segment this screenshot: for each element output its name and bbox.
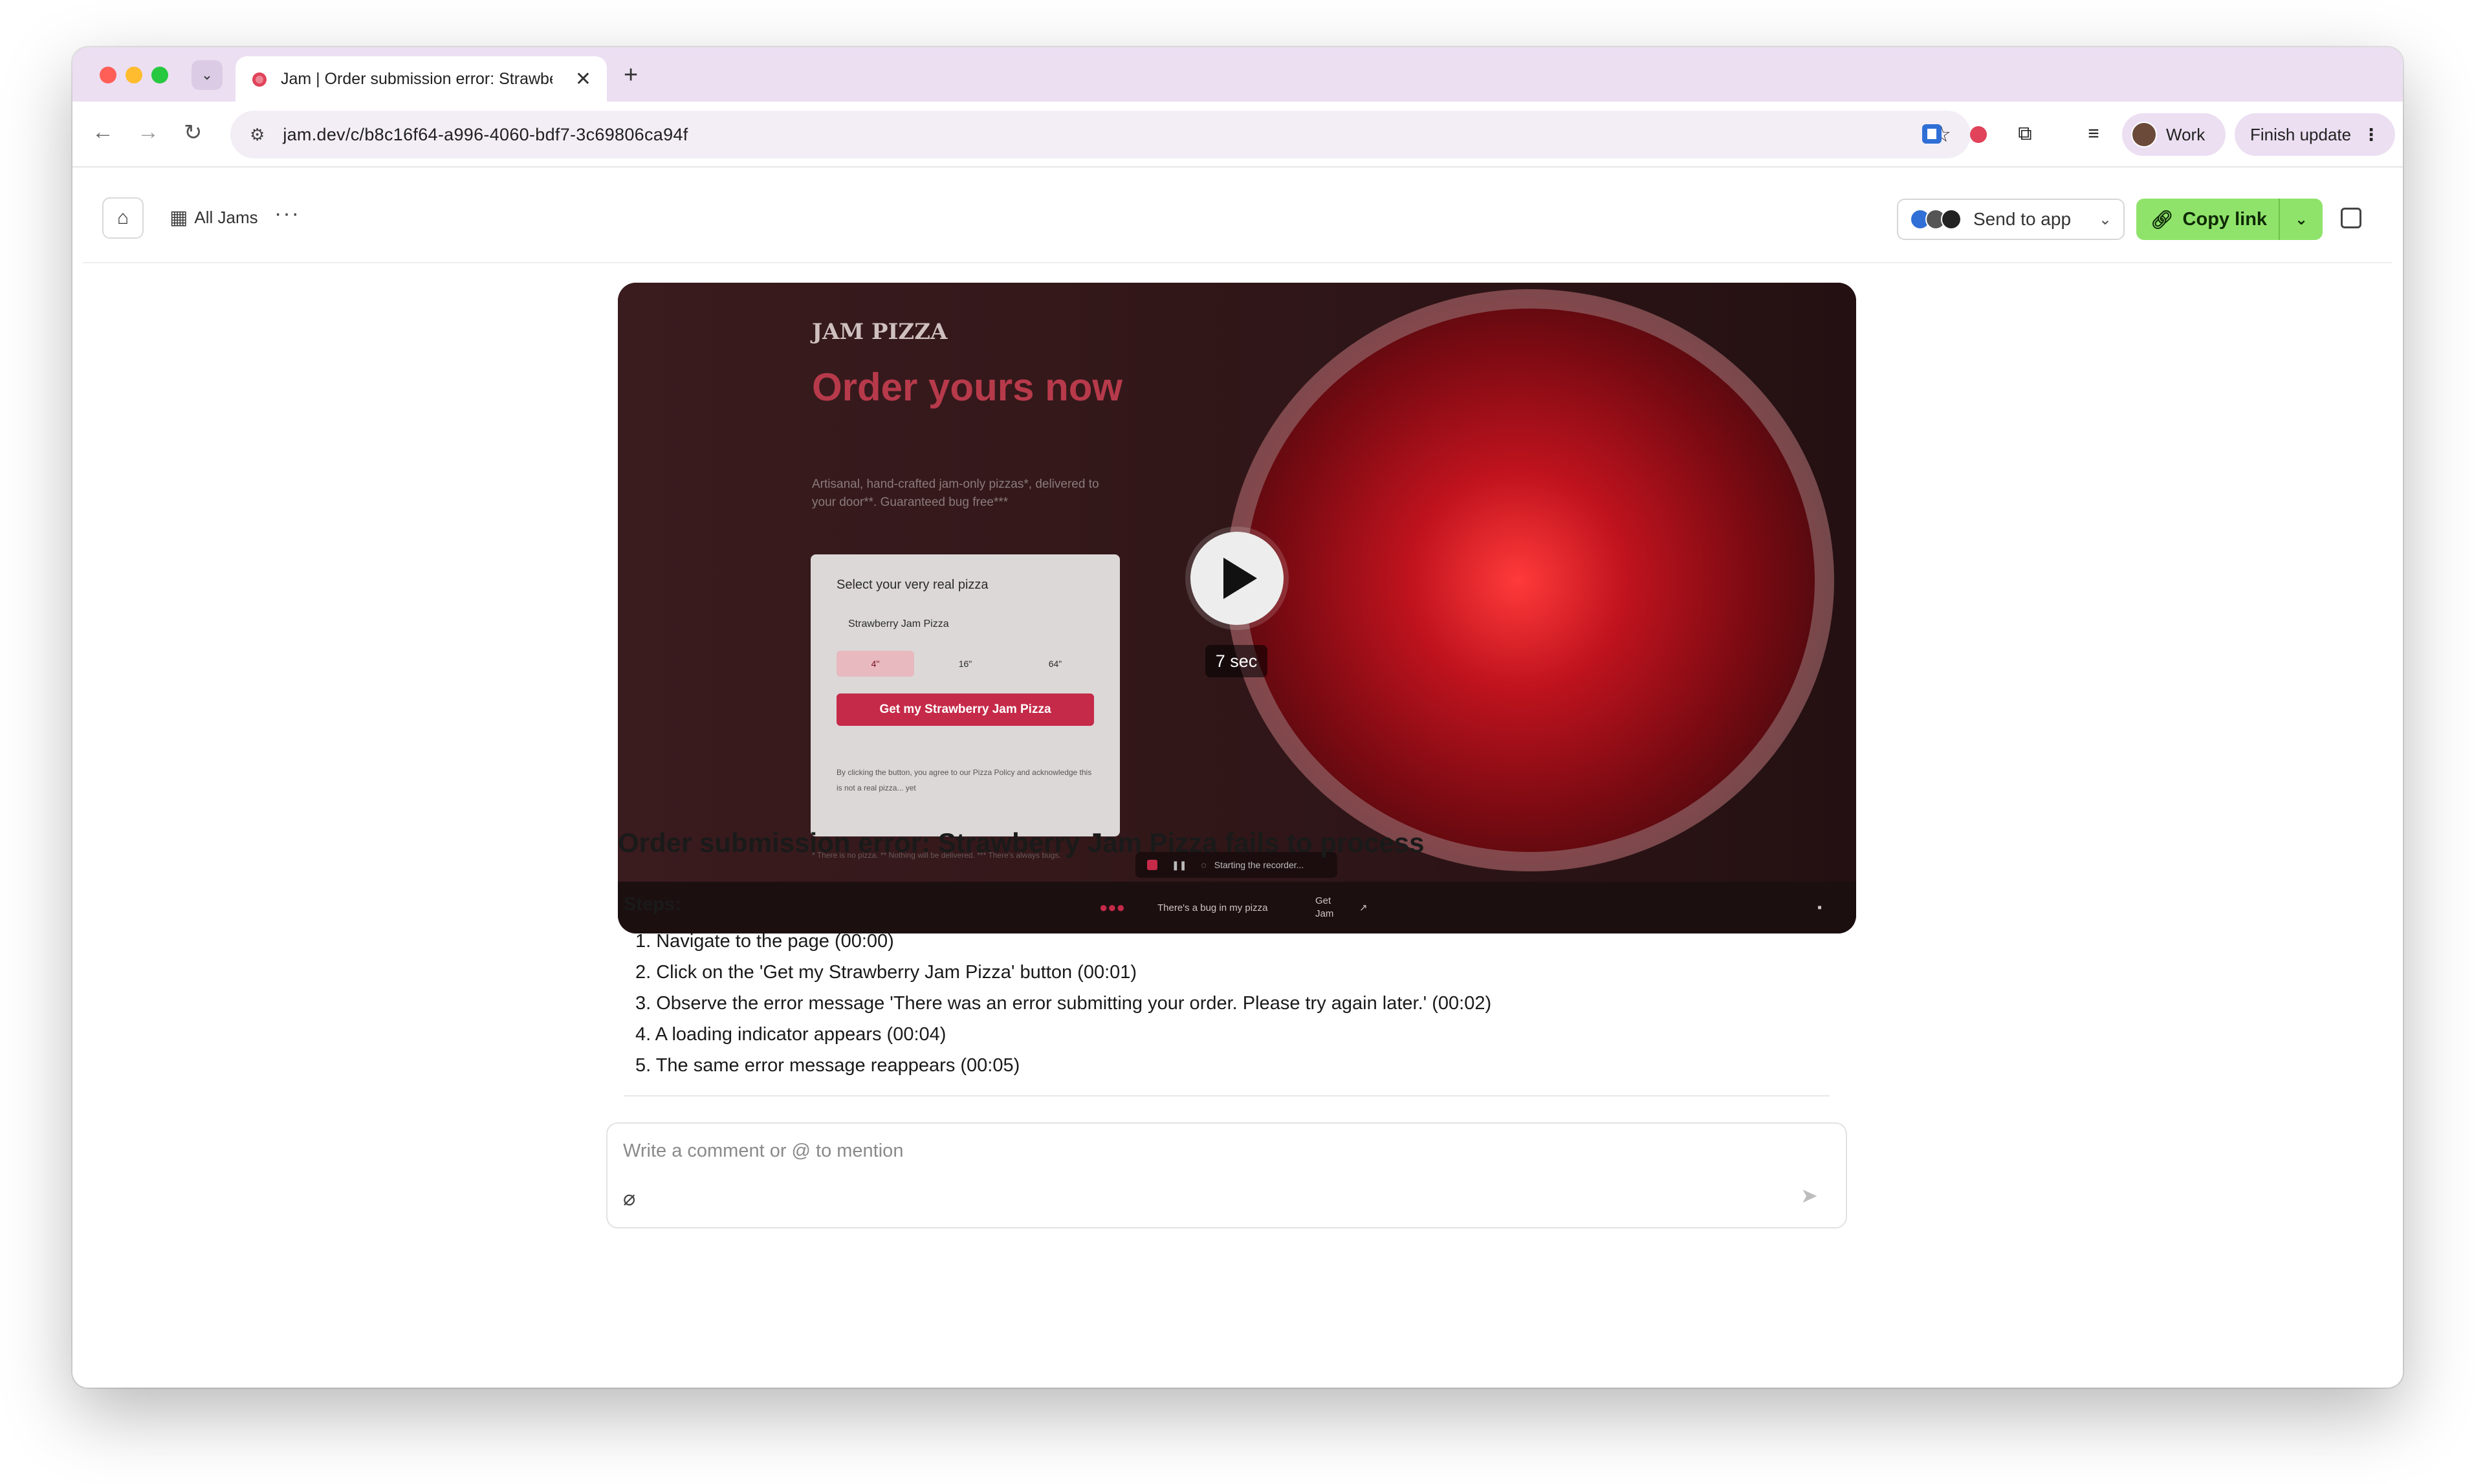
pizza-rim [1226, 289, 1834, 871]
url-text: jam.dev/c/b8c16f64-a996-4060-bdf7-3c6980… [283, 124, 688, 144]
preview-size-option: 16" [958, 659, 972, 669]
home-icon: ⌂ [116, 207, 129, 228]
preview-form-title: Select your very real pizza [837, 578, 989, 592]
recorder-status: Starting the recorder... [1214, 860, 1304, 870]
tab-search-chevron-icon[interactable]: ⌄ [192, 60, 223, 90]
preview-order-form: Select your very real pizza Strawberry J… [811, 554, 1120, 836]
more-options-icon[interactable]: ··· [274, 201, 300, 226]
preview-size-options: 4" 16" 64" [837, 651, 1094, 677]
record-icon [1147, 860, 1157, 870]
section-divider [624, 1095, 1830, 1097]
step-item: 5. The same error message reappears (00:… [635, 1055, 1020, 1076]
avatar [2131, 122, 2157, 147]
comment-input[interactable] [623, 1137, 1658, 1165]
tab-close-icon[interactable]: ✕ [575, 68, 591, 91]
step-item: 4. A loading indicator appears (00:04) [635, 1024, 947, 1045]
jam-favicon-icon [252, 72, 267, 87]
forward-arrow-icon[interactable]: → [137, 120, 159, 145]
sidebar-toggle-icon[interactable] [2341, 208, 2361, 228]
step-item: 3. Observe the error message 'There was … [635, 993, 1492, 1014]
paperclip-icon[interactable]: ⌀ [623, 1186, 635, 1210]
reload-icon[interactable]: ↻ [184, 120, 203, 146]
preview-headline: Order yours now [812, 366, 1123, 409]
chevron-down-icon: ⌄ [2098, 210, 2112, 228]
copy-link-group: 🔗︎ Copy link ⌄ [2136, 199, 2323, 240]
new-tab-button[interactable]: + [624, 61, 638, 89]
send-icon[interactable]: ➤ [1801, 1183, 1818, 1208]
steps-heading: Steps: [624, 894, 681, 915]
step-item: 2. Click on the 'Get my Strawberry Jam P… [635, 962, 1137, 983]
preview-get-jam: Get Jam [1315, 895, 1334, 919]
preview-legal-text: By clicking the button, you agree to our… [837, 768, 1092, 792]
copy-link-dropdown-chevron-icon[interactable]: ⌄ [2280, 210, 2323, 229]
home-button[interactable]: ⌂ [102, 197, 144, 239]
maximize-window-button[interactable] [151, 67, 168, 83]
app-header: ⌂ ▦ All Jams ··· Send to app ⌄ 🔗︎ Copy l… [83, 174, 2392, 263]
copy-link-button[interactable]: 🔗︎ Copy link [2136, 199, 2280, 240]
comment-composer: ⌀ ➤ [606, 1122, 1847, 1228]
finish-update-label: Finish update [2250, 124, 2352, 144]
send-to-app-button[interactable]: Send to app ⌄ [1897, 199, 2125, 240]
play-icon [1223, 558, 1257, 599]
site-settings-icon[interactable]: ⚙ [250, 125, 265, 145]
profile-button[interactable]: Work [2122, 113, 2226, 156]
issue-title: Order submission error: Strawberry Jam P… [618, 827, 1425, 858]
extension-icon[interactable] [1919, 121, 1945, 147]
chat-icon: ▪ [1817, 900, 1823, 915]
jam-app: ⌂ ▦ All Jams ··· Send to app ⌄ 🔗︎ Copy l… [83, 174, 2392, 1388]
step-item: 1. Navigate to the page (00:00) [635, 931, 894, 952]
preview-bar-text: There's a bug in my pizza [1157, 902, 1268, 913]
address-bar[interactable]: ⚙ jam.dev/c/b8c16f64-a996-4060-bdf7-3c69… [230, 111, 1971, 158]
link-icon: 🔗︎ [2151, 209, 2174, 230]
browser-toolbar: ← → ↻ ⚙ jam.dev/c/b8c16f64-a996-4060-bdf… [72, 102, 2403, 168]
send-to-app-label: Send to app [1973, 209, 2072, 229]
back-arrow-icon[interactable]: ← [92, 120, 114, 145]
preview-logo: JAM PIZZA [812, 319, 948, 345]
play-button[interactable] [1190, 532, 1284, 625]
spinner-icon: ◌ [1201, 860, 1207, 870]
tab-title: Jam | Order submission error: Strawberry… [281, 69, 553, 88]
preview-size-option: 64" [1048, 659, 1062, 669]
video-duration: 7 sec [1205, 645, 1267, 677]
preview-cta-button: Get my Strawberry Jam Pizza [837, 693, 1094, 726]
kebab-menu-icon: ⋮ [2363, 124, 2380, 144]
preview-size-option: 4" [837, 651, 914, 677]
integration-icons [1910, 209, 1962, 230]
media-queue-icon[interactable]: ≡ [2081, 121, 2107, 147]
browser-window: ⌄ Jam | Order submission error: Strawber… [72, 47, 2403, 1388]
github-icon [1941, 209, 1962, 230]
steps-list: 1. Navigate to the page (00:00) 2. Click… [635, 926, 1491, 1081]
external-link-icon: ↗ [1359, 902, 1368, 913]
jam-logo-icon: ●●● [1099, 899, 1125, 915]
jam-extension-icon[interactable] [1965, 121, 1991, 147]
minimize-window-button[interactable] [126, 67, 142, 83]
tab-strip: ⌄ Jam | Order submission error: Strawber… [72, 47, 2403, 102]
all-jams-link[interactable]: ▦ All Jams [170, 206, 258, 229]
finish-update-button[interactable]: Finish update ⋮ [2235, 113, 2395, 156]
puzzle-extensions-icon[interactable]: ⧉ [2012, 121, 2038, 147]
all-jams-label: All Jams [194, 208, 258, 227]
close-window-button[interactable] [100, 67, 116, 83]
preview-pizza-select: Strawberry Jam Pizza [848, 618, 949, 629]
copy-link-label: Copy link [2182, 208, 2268, 230]
tab-active[interactable]: Jam | Order submission error: Strawberry… [235, 56, 607, 102]
grid-icon: ▦ [170, 207, 188, 228]
pause-icon: ❚❚ [1172, 859, 1187, 870]
profile-label: Work [2166, 124, 2206, 144]
preview-subline: Artisanal, hand-crafted jam-only pizzas*… [812, 477, 1099, 509]
